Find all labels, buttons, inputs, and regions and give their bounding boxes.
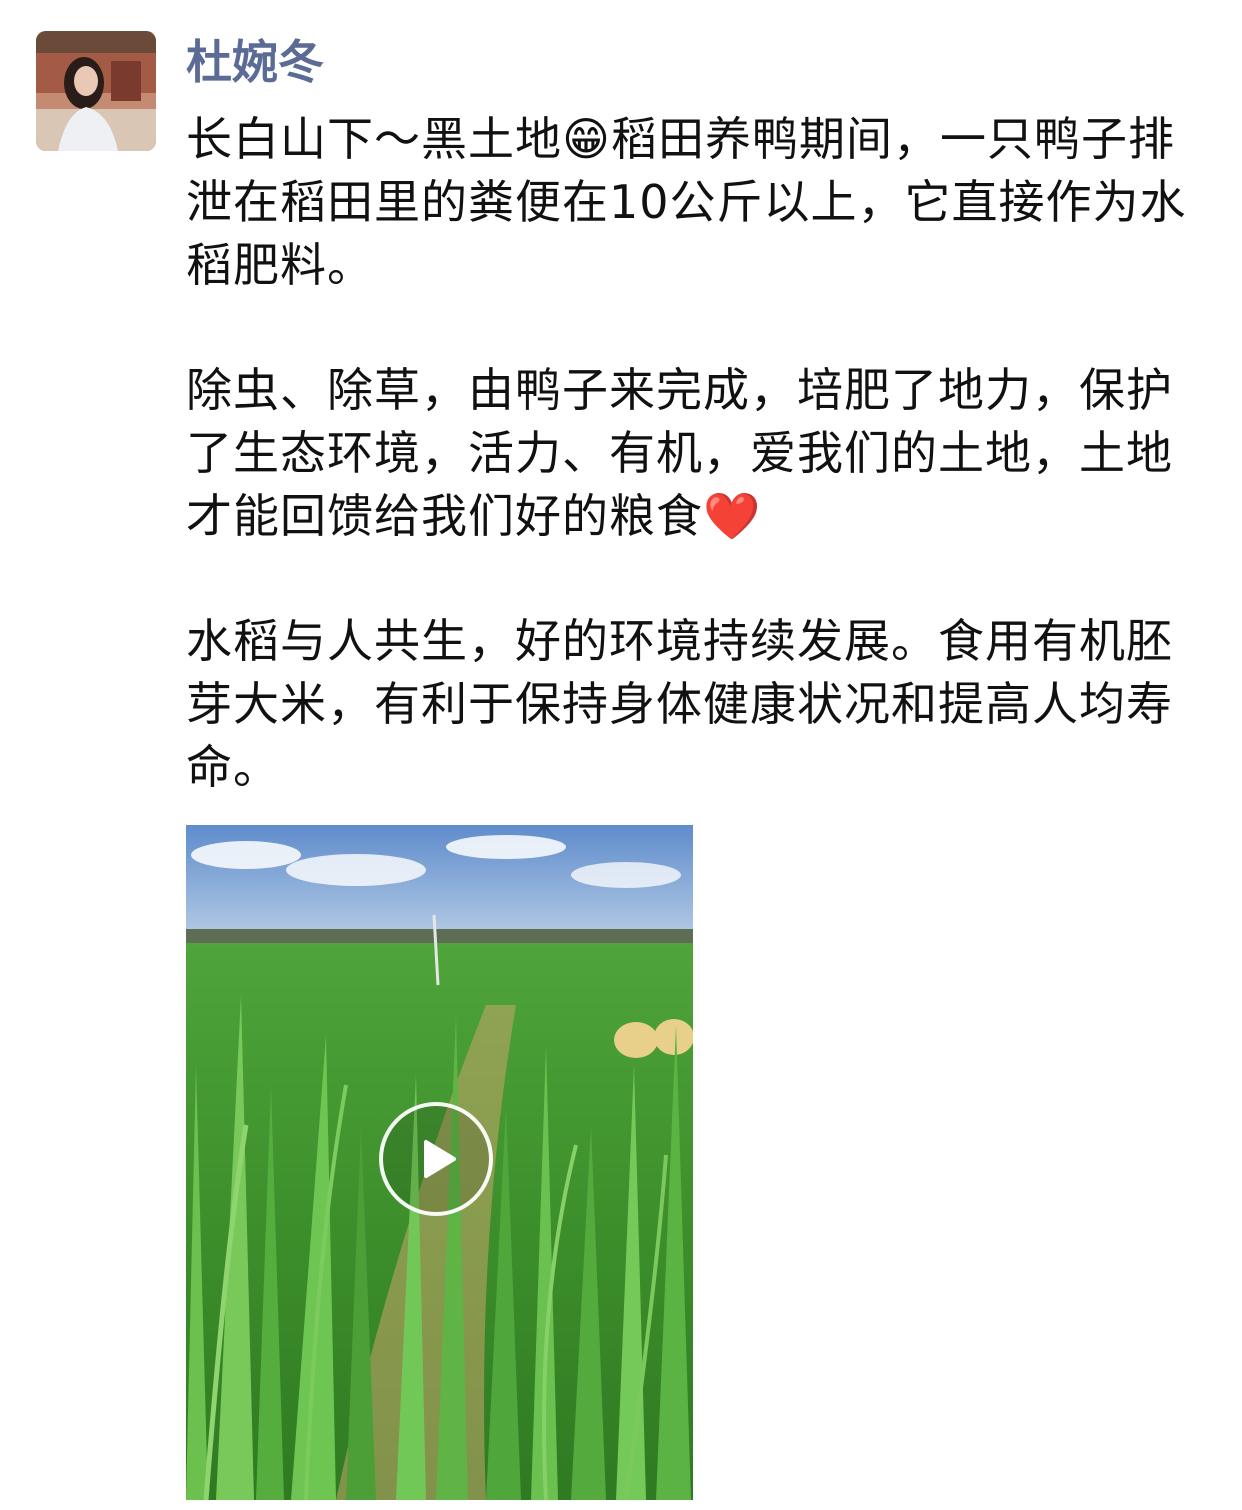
author-name[interactable]: 杜婉冬 (186, 30, 324, 94)
moments-post: 杜婉冬 长白山下～黑土地😁稻田养鸭期间，一只鸭子排泄在稻田里的粪便在10公斤以上… (0, 0, 1242, 1510)
grinning-face-emoji: 😁 (562, 112, 611, 166)
play-button[interactable] (379, 1102, 493, 1216)
post-paragraph: 除虫、除草，由鸭子来完成，培肥了地力，保护了生态环境，活力、有机，爱我们的土地，… (186, 363, 1173, 543)
red-heart-emoji: ❤️ (703, 489, 762, 543)
avatar[interactable] (36, 31, 156, 151)
post-paragraph: 水稻与人共生，好的环境持续发展。食用有机胚芽大米，有利于保持身体健康状况和提高人… (186, 614, 1173, 794)
play-icon (424, 1140, 456, 1178)
post-paragraph: 长白山下～黑土地😁稻田养鸭期间，一只鸭子排泄在稻田里的粪便在10公斤以上，它直接… (186, 112, 1187, 292)
post-text: 长白山下～黑土地😁稻田养鸭期间，一只鸭子排泄在稻田里的粪便在10公斤以上，它直接… (186, 108, 1196, 861)
video-thumbnail[interactable] (186, 825, 693, 1500)
